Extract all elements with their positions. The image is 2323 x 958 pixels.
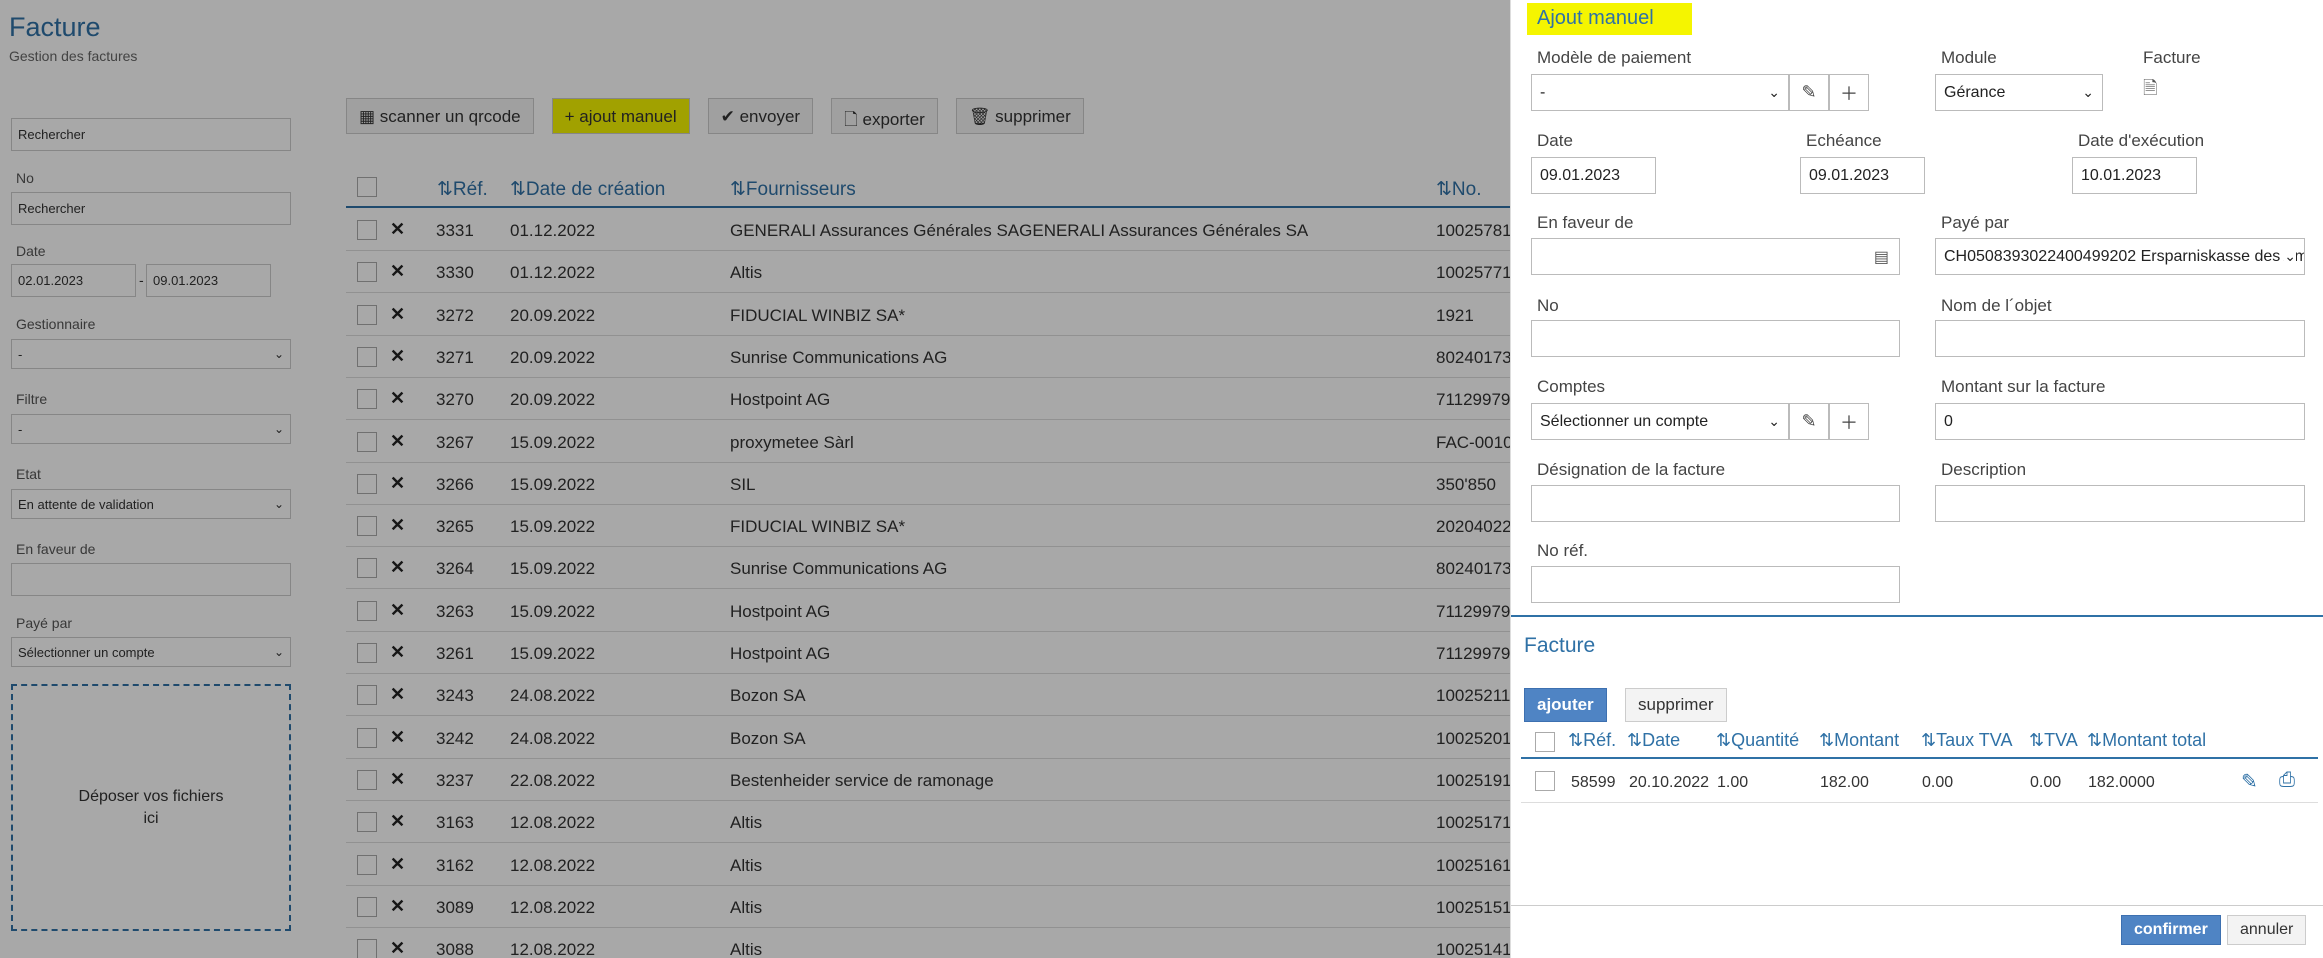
pencil-icon: ✎: [1801, 411, 1817, 431]
sub-column-qty[interactable]: ⇅Quantité: [1716, 730, 1799, 751]
sub-column-date[interactable]: ⇅Date: [1627, 730, 1680, 751]
module-label: Module: [1941, 48, 1997, 67]
line-checkbox[interactable]: [1535, 771, 1555, 791]
line-qty: 1.00: [1717, 774, 1749, 791]
panel-footer: confirmer annuler: [1511, 905, 2323, 958]
montant-value: 0: [1944, 413, 1953, 430]
add-compte-button[interactable]: ＋: [1829, 403, 1869, 440]
execution-date-label: Date d'exécution: [2078, 131, 2205, 150]
paye-par-value: CH0508393022400499202 Ersparniskasse des…: [1944, 248, 2305, 265]
montant-input[interactable]: 0: [1935, 403, 2305, 440]
module-value: Gérance: [1944, 84, 2006, 101]
no-label: No: [1537, 296, 1559, 315]
sub-column-ref-label: Réf.: [1583, 730, 1617, 750]
sub-column-amount-label: Montant: [1834, 730, 1900, 750]
line-ref: 58599: [1571, 774, 1616, 791]
modele-value: -: [1540, 84, 1546, 101]
objet-input[interactable]: [1935, 320, 2305, 357]
paye-par-label: Payé par: [1941, 213, 2010, 232]
designation-input[interactable]: [1531, 485, 1900, 522]
comptes-label: Comptes: [1537, 377, 1606, 396]
faveur-input[interactable]: ▤: [1531, 238, 1900, 275]
module-select[interactable]: Gérance ⌄: [1935, 74, 2103, 111]
sub-column-total-label: Montant total: [2102, 730, 2207, 750]
no-ref-label: No réf.: [1537, 541, 1589, 560]
sort-icon: ⇅: [1627, 730, 1643, 750]
plus-icon: ＋: [1840, 412, 1858, 433]
file-icon[interactable]: 🗎: [2143, 76, 2157, 106]
date-input[interactable]: 09.01.2023: [1531, 157, 1656, 194]
facture-label: Facture: [2143, 48, 2201, 67]
comptes-value: Sélectionner un compte: [1540, 413, 1709, 430]
section-title: Facture: [1524, 634, 1596, 657]
sort-icon: ⇅: [1921, 730, 1937, 750]
pencil-icon[interactable]: ✎: [2241, 769, 2258, 794]
date-label: Date: [1537, 131, 1573, 150]
designation-label: Désignation de la facture: [1537, 460, 1726, 479]
select-all-lines-checkbox[interactable]: [1535, 732, 1555, 752]
no-ref-input[interactable]: [1531, 566, 1900, 603]
confirm-button[interactable]: confirmer: [2121, 915, 2221, 945]
panel-title: Ajout manuel: [1527, 3, 1692, 35]
date-value: 09.01.2023: [1540, 167, 1621, 184]
sub-column-amount[interactable]: ⇅Montant: [1819, 730, 1899, 751]
delete-line-button[interactable]: supprimer: [1625, 688, 1727, 722]
chevron-down-icon: ⌄: [1768, 413, 1780, 429]
cancel-button[interactable]: annuler: [2227, 915, 2307, 945]
add-line-button[interactable]: ajouter: [1524, 688, 1607, 722]
sort-icon: ⇅: [1568, 730, 1584, 750]
modele-select[interactable]: - ⌄: [1531, 74, 1789, 111]
sub-column-ref[interactable]: ⇅Réf.: [1568, 730, 1616, 751]
plus-icon: ＋: [1840, 83, 1858, 104]
edit-compte-button[interactable]: ✎: [1789, 403, 1829, 440]
sub-column-vat-rate-label: Taux TVA: [1936, 730, 2013, 750]
sort-icon: ⇅: [1716, 730, 1732, 750]
comptes-select[interactable]: Sélectionner un compte ⌄: [1531, 403, 1789, 440]
chevron-down-icon: ⌄: [2284, 248, 2296, 265]
execution-date-value: 10.01.2023: [2081, 167, 2162, 184]
description-label: Description: [1941, 460, 2027, 479]
chevron-down-icon: ⌄: [1768, 84, 1780, 100]
contact-card-icon[interactable]: ▤: [1874, 247, 1889, 267]
pencil-icon: ✎: [1801, 82, 1817, 102]
chevron-down-icon: ⌄: [2082, 84, 2094, 100]
edit-modele-button[interactable]: ✎: [1789, 74, 1829, 111]
sub-column-total[interactable]: ⇅Montant total: [2087, 730, 2206, 751]
echeance-label: Echéance: [1806, 131, 1882, 150]
objet-label: Nom de l´objet: [1941, 296, 2052, 315]
faveur-label: En faveur de: [1537, 213, 1634, 232]
line-total: 182.0000: [2088, 774, 2155, 791]
paye-par-select[interactable]: CH0508393022400499202 Ersparniskasse des…: [1935, 238, 2305, 275]
line-date: 20.10.2022: [1629, 774, 1710, 791]
print-icon[interactable]: ⎙: [2279, 769, 2295, 792]
manual-add-panel: Ajout manuel Modèle de paiement - ⌄ ✎ ＋ M…: [1510, 0, 2323, 958]
description-input[interactable]: [1935, 485, 2305, 522]
no-input[interactable]: [1531, 320, 1900, 357]
sort-icon: ⇅: [2029, 730, 2045, 750]
line-amount: 182.00: [1820, 774, 1869, 791]
sub-column-vat-label: TVA: [2044, 730, 2078, 750]
sub-column-date-label: Date: [1642, 730, 1681, 750]
line-vat-rate: 0.00: [1922, 774, 1954, 791]
add-modele-button[interactable]: ＋: [1829, 74, 1869, 111]
sort-icon: ⇅: [1819, 730, 1835, 750]
sub-column-vat[interactable]: ⇅TVA: [2029, 730, 2078, 751]
montant-label: Montant sur la facture: [1941, 377, 2106, 396]
execution-date-input[interactable]: 10.01.2023: [2072, 157, 2197, 194]
sub-column-qty-label: Quantité: [1731, 730, 1800, 750]
invoice-lines-section: Facture ajouter supprimer ⇅Réf. ⇅Date ⇅Q…: [1511, 617, 2323, 905]
sub-column-vat-rate[interactable]: ⇅Taux TVA: [1921, 730, 2012, 751]
line-vat: 0.00: [2030, 774, 2062, 791]
echeance-value: 09.01.2023: [1809, 167, 1890, 184]
sort-icon: ⇅: [2087, 730, 2103, 750]
modele-label: Modèle de paiement: [1537, 48, 1692, 67]
echeance-input[interactable]: 09.01.2023: [1800, 157, 1925, 194]
modal-backdrop[interactable]: [0, 0, 1510, 958]
